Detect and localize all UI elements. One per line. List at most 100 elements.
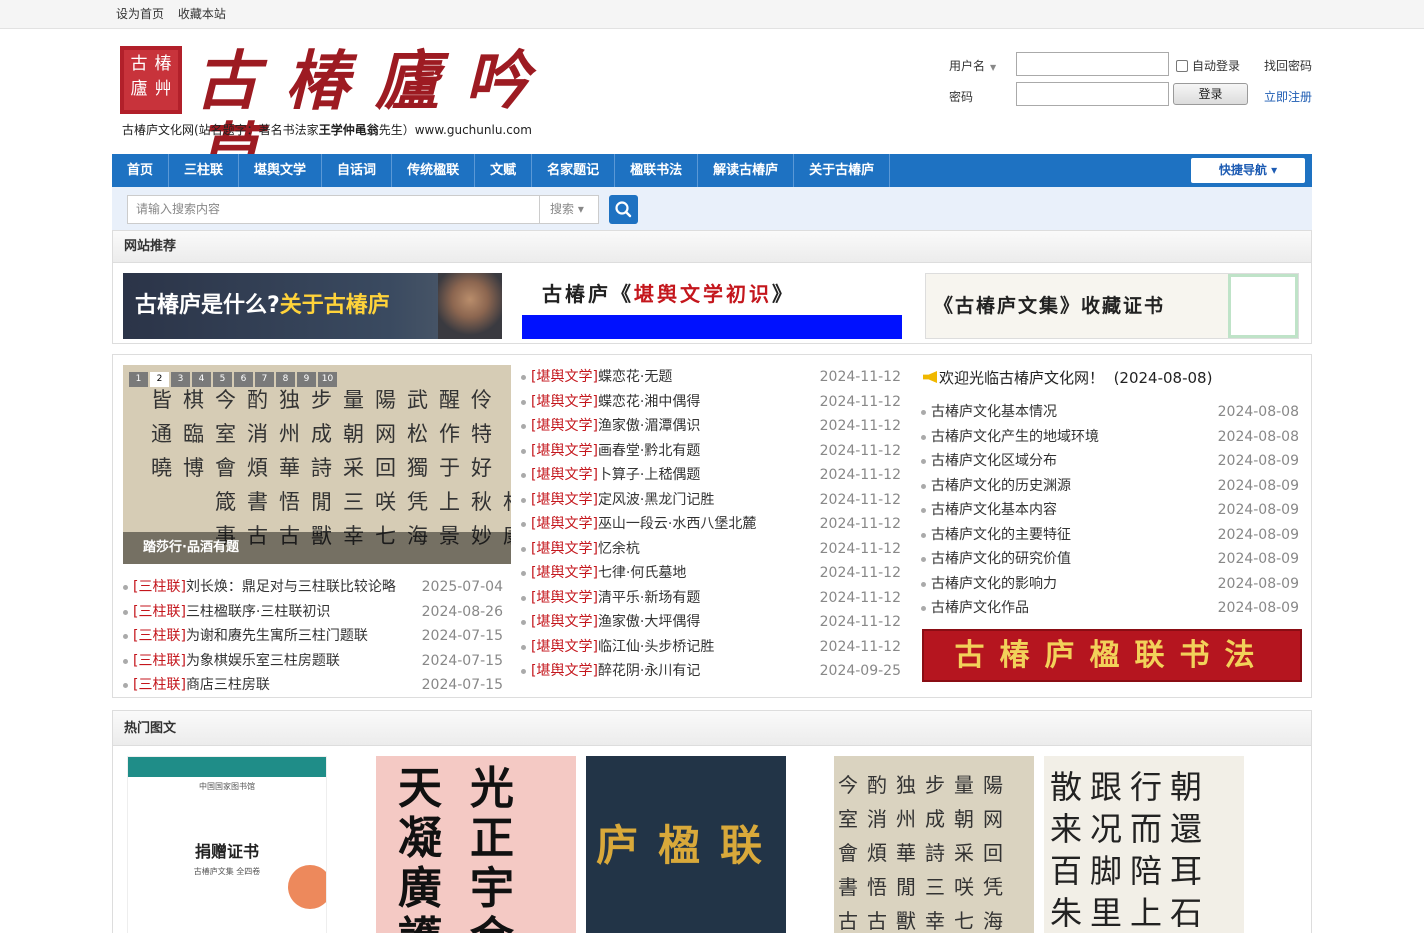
nav-item-kanyu[interactable]: 堪舆文学 [239, 154, 323, 187]
item-title[interactable]: 临江仙·头步桥记胜 [598, 639, 714, 655]
category-label[interactable]: [堪舆文学] [531, 541, 598, 557]
item-title[interactable]: 古椿庐文化基本内容 [931, 502, 1057, 518]
slider-page[interactable]: 7 [255, 372, 274, 387]
list-item[interactable]: [堪舆文学]渔家傲·湄潭偶识 2024-11-12 [521, 414, 901, 439]
nav-item-home[interactable]: 首页 [112, 154, 170, 187]
slider-caption[interactable]: 踏莎行·品酒有题 [123, 532, 511, 564]
notice[interactable]: 欢迎光临古椿庐文化网！ (2024-08-08) [923, 367, 1212, 388]
list-item[interactable]: [堪舆文学]渔家傲·大坪偶得 2024-11-12 [521, 610, 901, 635]
checkbox-icon[interactable] [1176, 59, 1188, 72]
item-title[interactable]: 为谢和赓先生寓所三柱门题联 [186, 628, 368, 644]
list-item[interactable]: [三柱联]商店三柱房联 2024-07-15 [123, 673, 503, 698]
kanyu-banner[interactable]: 古椿庐《堪舆文学初识》 [522, 273, 902, 339]
list-item[interactable]: [堪舆文学]画春堂·黔北有题 2024-11-12 [521, 439, 901, 464]
slider-page[interactable]: 6 [234, 372, 253, 387]
list-item[interactable]: 古椿庐文化作品 2024-08-09 [921, 596, 1299, 621]
list-item[interactable]: [堪舆文学]临江仙·头步桥记胜 2024-11-12 [521, 635, 901, 660]
password-input[interactable] [1016, 82, 1169, 106]
category-label[interactable]: [堪舆文学] [531, 590, 598, 606]
item-title[interactable]: 七律·何氏墓地 [598, 565, 686, 581]
username-label[interactable]: 用户名 ▼ [949, 57, 996, 74]
forgot-password-link[interactable]: 找回密码 [1264, 57, 1312, 74]
item-title[interactable]: 醉花阴·永川有记 [598, 663, 700, 679]
site-logo[interactable]: 古椿 廬艸 古椿廬吟草 [120, 46, 610, 190]
list-item[interactable]: [三柱联]刘长焕：鼎足对与三柱联比较论略 2025-07-04 [123, 575, 503, 600]
slider-page[interactable]: 1 [129, 372, 148, 387]
nav-item-wenfu[interactable]: 文赋 [475, 154, 533, 187]
slider-page-active[interactable]: 2 [150, 372, 169, 387]
list-item[interactable]: [堪舆文学]七律·何氏墓地 2024-11-12 [521, 561, 901, 586]
bookmark-link[interactable]: 收藏本站 [178, 7, 226, 21]
item-title[interactable]: 古椿庐文化基本情况 [931, 404, 1057, 420]
calligraphy-banner[interactable]: 古椿庐楹联书法 [922, 629, 1302, 682]
item-title[interactable]: 蝶恋花·湘中偶得 [598, 394, 700, 410]
category-label[interactable]: [堪舆文学] [531, 516, 598, 532]
category-label[interactable]: [堪舆文学] [531, 394, 598, 410]
certificate-banner[interactable]: 《古椿庐文集》收藏证书 [925, 273, 1299, 339]
item-title[interactable]: 渔家傲·湄潭偶识 [598, 418, 700, 434]
category-label[interactable]: [堪舆文学] [531, 492, 598, 508]
thumb-calligraphy-scroll[interactable]: 今酌独步量陽 室消州成朝网 會煩華詩采回 書悟閒三咲凭 古古獸幸七海 [834, 756, 1034, 933]
list-item[interactable]: [堪舆文学]清平乐·新场有题 2024-11-12 [521, 586, 901, 611]
slider-page[interactable]: 9 [297, 372, 316, 387]
image-slider[interactable]: 皆棋今酌独步量陽武醒伶 通臨室消州成朝网松作特 曉博會煩華詩采回獨于好 箴書悟閒… [123, 365, 511, 564]
quick-nav-button[interactable]: 快捷导航 ▾ [1191, 158, 1305, 183]
list-item[interactable]: 古椿庐文化区域分布 2024-08-09 [921, 449, 1299, 474]
item-title[interactable]: 古椿庐文化的影响力 [931, 576, 1057, 592]
category-label[interactable]: [堪舆文学] [531, 614, 598, 630]
list-item[interactable]: [三柱联]为谢和赓先生寓所三柱门题联 2024-07-15 [123, 624, 503, 649]
nav-item-interpret[interactable]: 解读古椿庐 [698, 154, 795, 187]
item-title[interactable]: 渔家傲·大坪偶得 [598, 614, 700, 630]
item-title[interactable]: 蝶恋花·无题 [598, 369, 672, 385]
category-label[interactable]: [堪舆文学] [531, 639, 598, 655]
item-title[interactable]: 古椿庐文化的历史渊源 [931, 478, 1071, 494]
category-label[interactable]: [三柱联] [133, 579, 186, 595]
item-title[interactable]: 古椿庐文化的研究价值 [931, 551, 1071, 567]
set-home-link[interactable]: 设为首页 [116, 7, 164, 21]
list-item[interactable]: [三柱联]三柱楹联序·三柱联初识 2024-08-26 [123, 600, 503, 625]
item-title[interactable]: 古椿庐文化区域分布 [931, 453, 1057, 469]
register-link[interactable]: 立即注册 [1264, 88, 1312, 105]
category-label[interactable]: [三柱联] [133, 677, 186, 693]
search-input[interactable]: 请输入搜索内容 [127, 195, 540, 224]
category-label[interactable]: [堪舆文学] [531, 369, 598, 385]
item-title[interactable]: 清平乐·新场有题 [598, 590, 700, 606]
nav-item-sanzhulian[interactable]: 三柱联 [169, 154, 240, 187]
auto-login-checkbox[interactable]: 自动登录 [1176, 57, 1240, 74]
list-item[interactable]: [堪舆文学]定风波·黑龙门记胜 2024-11-12 [521, 488, 901, 513]
list-item[interactable]: 古椿庐文化产生的地域环境 2024-08-08 [921, 425, 1299, 450]
slider-page[interactable]: 3 [171, 372, 190, 387]
item-title[interactable]: 定风波·黑龙门记胜 [598, 492, 714, 508]
thumb-certificate[interactable]: 中国国家图书馆 捐赠证书 古椿庐文集 全四卷 [127, 756, 327, 933]
item-title[interactable]: 为象棋娱乐室三柱房题联 [186, 653, 340, 669]
category-label[interactable]: [三柱联] [133, 653, 186, 669]
username-input[interactable] [1016, 52, 1169, 76]
category-label[interactable]: [堪舆文学] [531, 467, 598, 483]
category-label[interactable]: [堪舆文学] [531, 565, 598, 581]
item-title[interactable]: 商店三柱房联 [186, 677, 270, 693]
list-item[interactable]: [堪舆文学]卜算子·上嵇偶题 2024-11-12 [521, 463, 901, 488]
login-button[interactable]: 登录 [1173, 83, 1248, 105]
item-title[interactable]: 忆余杭 [598, 541, 640, 557]
item-title[interactable]: 刘长焕：鼎足对与三柱联比较论略 [186, 579, 396, 595]
item-title[interactable]: 古椿庐文化的主要特征 [931, 527, 1071, 543]
nav-item-calligraphy[interactable]: 楹联书法 [615, 154, 699, 187]
list-item[interactable]: 古椿庐文化的历史渊源 2024-08-09 [921, 474, 1299, 499]
item-title[interactable]: 画春堂·黔北有题 [598, 443, 700, 459]
category-label[interactable]: [堪舆文学] [531, 418, 598, 434]
list-item[interactable]: 古椿庐文化基本情况 2024-08-08 [921, 400, 1299, 425]
list-item[interactable]: [堪舆文学]巫山一段云·水西八堡北麓 2024-11-12 [521, 512, 901, 537]
slider-page[interactable]: 8 [276, 372, 295, 387]
list-item[interactable]: [三柱联]为象棋娱乐室三柱房题联 2024-07-15 [123, 649, 503, 674]
thumb-calligraphy-pink[interactable]: 天光凝正廣宇護金 [376, 756, 576, 933]
category-label[interactable]: [三柱联] [133, 604, 186, 620]
thumb-calligraphy-gold[interactable]: 庐楹联 [586, 756, 786, 933]
list-item[interactable]: [堪舆文学]醉花阴·永川有记 2024-09-25 [521, 659, 901, 684]
category-label[interactable]: [三柱联] [133, 628, 186, 644]
item-title[interactable]: 古椿庐文化产生的地域环境 [931, 429, 1099, 445]
item-title[interactable]: 古椿庐文化作品 [931, 600, 1029, 616]
list-item[interactable]: 古椿庐文化的影响力 2024-08-09 [921, 572, 1299, 597]
slider-page[interactable]: 4 [192, 372, 211, 387]
category-label[interactable]: [堪舆文学] [531, 663, 598, 679]
slider-page[interactable]: 10 [318, 372, 337, 387]
